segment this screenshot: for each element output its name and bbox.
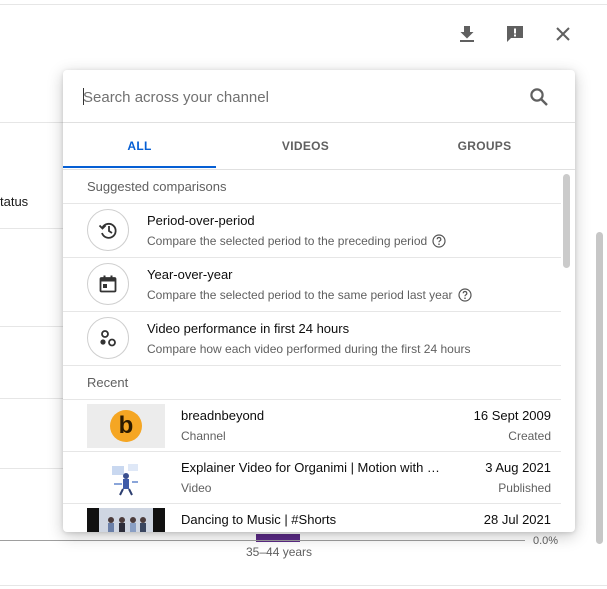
chart-axis-label: 35–44 years [246, 545, 313, 559]
tab-videos[interactable]: VIDEOS [229, 123, 382, 169]
close-icon[interactable] [551, 22, 575, 46]
search-input[interactable] [83, 84, 513, 110]
recent-type: Channel [181, 429, 226, 443]
download-icon[interactable] [455, 22, 479, 46]
tab-groups[interactable]: GROUPS [408, 123, 561, 169]
row-divider [0, 326, 64, 327]
recent-item-video[interactable]: Explainer Video for Organimi | Motion wi… [63, 452, 561, 504]
popup-scrollbar[interactable] [563, 174, 570, 268]
comparison-title: Year-over-year [147, 267, 233, 282]
help-icon[interactable] [457, 288, 472, 302]
recent-title: breadnbeyond [181, 408, 265, 423]
comparison-description: Compare how each video performed during … [147, 342, 471, 356]
row-divider [0, 398, 64, 399]
row-divider [0, 468, 64, 469]
text-caret [83, 88, 84, 105]
recent-title: Dancing to Music | #Shorts [181, 512, 337, 527]
search-icon[interactable] [527, 85, 551, 109]
comparison-title: Period-over-period [147, 213, 255, 228]
row-divider [0, 585, 607, 586]
video-thumbnail [87, 456, 165, 500]
page-scrollbar[interactable] [596, 232, 603, 544]
row-divider [0, 122, 64, 123]
recent-item-channel[interactable]: b breadnbeyond Channel 16 Sept 2009 Crea… [63, 400, 561, 452]
channel-logo: b [110, 410, 142, 442]
search-bar [63, 70, 575, 123]
comparison-description: Compare the selected period to the same … [147, 288, 472, 302]
recent-title: Explainer Video for Organimi | Motion wi… [181, 460, 443, 475]
recent-status: Published [498, 481, 551, 495]
help-icon[interactable] [432, 234, 446, 248]
results-list: Suggested comparisons Period-over-period… [63, 170, 561, 532]
active-tab-indicator [63, 166, 216, 168]
recent-item-short[interactable]: Dancing to Music | #Shorts 28 Jul 2021 [63, 504, 561, 532]
chart-axis-value: 0.0% [533, 535, 559, 547]
comparison-title: Video performance in first 24 hours [147, 321, 350, 336]
top-divider [0, 4, 607, 5]
tab-all[interactable]: ALL [63, 123, 216, 169]
comparison-period-over-period[interactable]: Period-over-period Compare the selected … [63, 204, 561, 258]
tab-bar: ALL VIDEOS GROUPS [63, 123, 575, 170]
recent-status: Created [508, 429, 551, 443]
suggested-comparisons-header: Suggested comparisons [63, 170, 561, 204]
recent-date: 3 Aug 2021 [485, 460, 551, 475]
scatter-dots-icon [87, 317, 129, 359]
row-divider [0, 228, 64, 229]
comparison-description-text: Compare how each video performed during … [147, 342, 471, 356]
feedback-icon[interactable] [503, 22, 527, 46]
recent-date: 16 Sept 2009 [473, 408, 551, 423]
channel-thumbnail: b [87, 404, 165, 448]
recent-type: Video [181, 481, 212, 495]
column-header-status: tatus [0, 194, 29, 209]
short-thumbnail [87, 508, 165, 532]
recent-header: Recent [63, 366, 561, 400]
comparison-description-text: Compare the selected period to the same … [147, 288, 453, 302]
recent-date: 28 Jul 2021 [483, 512, 551, 527]
comparison-search-popup: ALL VIDEOS GROUPS Suggested comparisons … [63, 70, 575, 532]
history-icon [87, 209, 129, 251]
comparison-year-over-year[interactable]: Year-over-year Compare the selected peri… [63, 258, 561, 312]
chart-axis [0, 540, 525, 541]
comparison-description: Compare the selected period to the prece… [147, 234, 446, 248]
comparison-description-text: Compare the selected period to the prece… [147, 234, 428, 248]
calendar-icon [87, 263, 129, 305]
comparison-first-24-hours[interactable]: Video performance in first 24 hours Comp… [63, 312, 561, 366]
